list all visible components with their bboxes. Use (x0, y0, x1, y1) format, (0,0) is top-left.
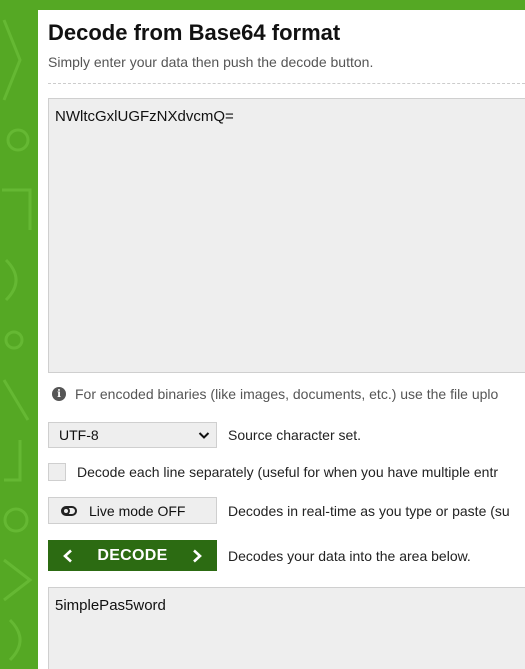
chevron-left-icon (63, 549, 72, 562)
decode-lines-row: Decode each line separately (useful for … (48, 463, 498, 481)
charset-select[interactable]: UTF-8 (48, 422, 217, 448)
charset-selected-value: UTF-8 (59, 427, 99, 443)
page: Decode from Base64 format Simply enter y… (0, 0, 525, 669)
charset-label: Source character set. (228, 427, 362, 443)
live-mode-row: Live mode OFF Decodes in real-time as yo… (48, 497, 510, 524)
decorative-pattern (2, 19, 33, 662)
info-icon: i (52, 387, 66, 401)
decode-panel: Decode from Base64 format Simply enter y… (38, 10, 525, 669)
toggle-off-icon (61, 505, 77, 516)
chevron-down-icon (198, 432, 210, 439)
divider (48, 83, 525, 84)
encoded-input-textarea[interactable]: NWltcGxlUGFzNXdvcmQ= (48, 98, 525, 373)
page-subtitle: Simply enter your data then push the dec… (48, 54, 374, 70)
decoded-output-textarea[interactable]: 5implePas5word (48, 587, 525, 669)
decode-lines-label: Decode each line separately (useful for … (77, 464, 499, 480)
decode-lines-checkbox[interactable] (48, 463, 66, 481)
chevron-right-icon (193, 549, 202, 562)
decode-row: DECODE Decodes your data into the area b… (48, 540, 471, 571)
file-upload-hint: i For encoded binaries (like images, doc… (52, 386, 498, 402)
live-mode-label: Live mode OFF (89, 502, 186, 519)
live-mode-description: Decodes in real-time as you type or past… (228, 502, 510, 519)
page-title: Decode from Base64 format (48, 20, 341, 45)
decode-button[interactable]: DECODE (48, 540, 217, 571)
file-upload-hint-text: For encoded binaries (like images, docum… (75, 386, 499, 402)
charset-row: UTF-8 Source character set. (48, 422, 361, 448)
decode-description: Decodes your data into the area below. (228, 547, 471, 564)
live-mode-toggle-button[interactable]: Live mode OFF (48, 497, 217, 524)
decode-button-label: DECODE (97, 546, 168, 564)
